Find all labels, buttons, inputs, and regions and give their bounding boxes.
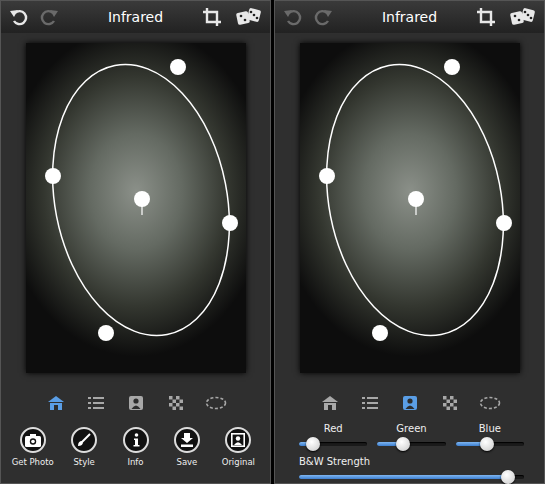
crop-icon[interactable]: [476, 7, 496, 27]
slider-knob[interactable]: [396, 437, 410, 451]
ellipse-center-handle[interactable]: [134, 191, 150, 207]
action-button[interactable]: Get Photo: [7, 427, 58, 467]
ellipse-handle[interactable]: [496, 215, 512, 231]
tool-tabs: [275, 383, 544, 423]
ellipse-handle[interactable]: [222, 215, 238, 231]
action-circle: [225, 427, 251, 453]
screens: InfraredGet PhotoStyleInfoSaveOriginalIn…: [0, 0, 545, 484]
ellipse-handle[interactable]: [372, 325, 388, 341]
tool-tab[interactable]: [399, 394, 421, 412]
slider-knob[interactable]: [480, 437, 494, 451]
ellipse-icon: [205, 396, 227, 410]
dice-icon[interactable]: [236, 7, 262, 27]
slider-knob[interactable]: [306, 437, 320, 451]
photo-area: [1, 33, 270, 383]
home-icon: [322, 396, 338, 410]
checker-icon: [443, 396, 457, 410]
list-icon: [88, 396, 104, 410]
dice-icon[interactable]: [510, 7, 536, 27]
tool-tab[interactable]: [165, 394, 187, 412]
slider-track[interactable]: [377, 442, 445, 446]
action-label: Info: [127, 457, 143, 467]
slider-fill: [299, 475, 508, 479]
tool-tab[interactable]: [85, 394, 107, 412]
channel-slider: Blue: [456, 423, 524, 452]
action-circle: [71, 427, 97, 453]
ellipse-handle[interactable]: [319, 168, 335, 184]
tool-tab[interactable]: [125, 394, 147, 412]
photo: [26, 43, 246, 373]
slider-label: Green: [377, 423, 445, 436]
tool-tab[interactable]: [319, 394, 341, 412]
redo-icon[interactable]: [313, 7, 333, 27]
tool-tab[interactable]: [439, 394, 461, 412]
ellipse-mask[interactable]: [300, 43, 520, 373]
ellipse-handle[interactable]: [98, 325, 114, 341]
action-bar: Get Photo Style Info Save Original: [1, 423, 270, 467]
portrait-icon: [129, 396, 143, 410]
tool-tab[interactable]: [479, 394, 501, 412]
slider-track[interactable]: [299, 442, 367, 446]
photo: [300, 43, 520, 373]
checker-icon: [169, 396, 183, 410]
original-icon: [231, 433, 245, 447]
download-icon: [180, 433, 194, 447]
ellipse-icon: [479, 396, 501, 410]
info-icon: [129, 433, 143, 447]
top-bar: Infrared: [275, 1, 544, 33]
action-circle: [20, 427, 46, 453]
tool-tabs: [1, 383, 270, 423]
action-label: Get Photo: [12, 457, 54, 467]
action-button[interactable]: Info: [110, 427, 161, 467]
camera-icon: [25, 433, 41, 447]
list-icon: [362, 396, 378, 410]
strength-slider: B&W Strength: [299, 456, 524, 484]
action-circle: [174, 427, 200, 453]
action-button[interactable]: Style: [58, 427, 109, 467]
slider-label: Red: [299, 423, 367, 436]
tool-tab[interactable]: [205, 394, 227, 412]
brush-icon: [77, 433, 91, 447]
ellipse-center-handle[interactable]: [408, 191, 424, 207]
phone-screen: Infrared Get Photo Style Info Save Original: [0, 0, 271, 484]
ellipse-mask[interactable]: [26, 43, 246, 373]
color-sliders: Red Green Blue B&W Strength: [275, 423, 544, 484]
ellipse-handle[interactable]: [170, 59, 186, 75]
slider-knob[interactable]: [501, 470, 515, 484]
undo-icon[interactable]: [283, 7, 303, 27]
channel-slider: Red: [299, 423, 367, 452]
action-button[interactable]: Original: [213, 427, 264, 467]
home-icon: [48, 396, 64, 410]
screen-title: Infrared: [102, 9, 169, 25]
action-label: Style: [73, 457, 94, 467]
undo-icon[interactable]: [9, 7, 29, 27]
crop-icon[interactable]: [202, 7, 222, 27]
action-button[interactable]: Save: [161, 427, 212, 467]
tool-tab[interactable]: [45, 394, 67, 412]
action-circle: [123, 427, 149, 453]
screen-title: Infrared: [376, 9, 443, 25]
portrait-icon: [403, 396, 417, 410]
ellipse-handle[interactable]: [444, 59, 460, 75]
slider-track[interactable]: [456, 442, 524, 446]
ellipse-handle[interactable]: [45, 168, 61, 184]
photo-area: [275, 33, 544, 383]
phone-screen: Infrared Red Green Blue B&W Strength: [274, 0, 545, 484]
action-label: Original: [222, 457, 255, 467]
slider-track[interactable]: [299, 475, 524, 479]
slider-label: B&W Strength: [299, 456, 524, 469]
redo-icon[interactable]: [39, 7, 59, 27]
slider-label: Blue: [456, 423, 524, 436]
tool-tab[interactable]: [359, 394, 381, 412]
top-bar: Infrared: [1, 1, 270, 33]
action-label: Save: [176, 457, 197, 467]
channel-slider: Green: [377, 423, 445, 452]
